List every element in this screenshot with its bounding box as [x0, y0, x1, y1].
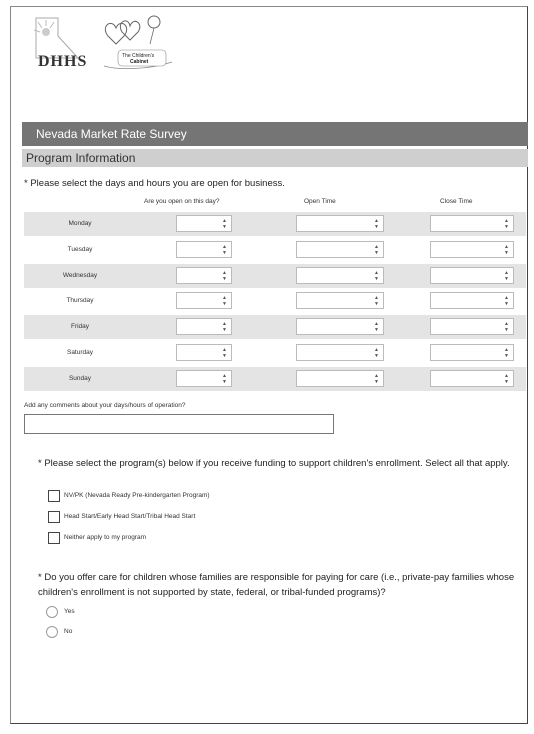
updown-arrow-icon: ▲ ▼	[374, 218, 379, 230]
open-day-select[interactable]: ▲ ▼	[176, 241, 232, 258]
section-bar: Program Information	[22, 149, 528, 167]
updown-arrow-icon: ▲ ▼	[222, 347, 227, 359]
updown-arrow-icon: ▲ ▼	[374, 295, 379, 307]
open-day-select[interactable]: ▲ ▼	[176, 292, 232, 309]
schedule-question: * Please select the days and hours you a…	[24, 178, 285, 189]
day-label: Wednesday	[62, 272, 98, 279]
funding-option-label: Head Start/Early Head Start/Tribal Head …	[64, 513, 196, 520]
comments-label: Add any comments about your days/hours o…	[24, 402, 186, 409]
radio-button[interactable]	[46, 626, 58, 638]
updown-arrow-icon: ▲ ▼	[222, 295, 227, 307]
radio-button[interactable]	[46, 606, 58, 618]
updown-arrow-icon: ▲ ▼	[374, 270, 379, 282]
updown-arrow-icon: ▲ ▼	[504, 218, 509, 230]
close-time-select[interactable]: ▲ ▼	[430, 241, 514, 258]
open-day-select[interactable]: ▲ ▼	[176, 318, 232, 335]
funding-checkbox[interactable]	[48, 490, 60, 502]
open-time-select[interactable]: ▲ ▼	[296, 370, 384, 387]
survey-title: Nevada Market Rate Survey	[36, 127, 187, 141]
survey-frame	[10, 6, 528, 724]
schedule-row-friday: Friday ▲ ▼ ▲ ▼ ▲ ▼	[24, 315, 526, 339]
updown-arrow-icon: ▲ ▼	[222, 321, 227, 333]
open-time-select[interactable]: ▲ ▼	[296, 267, 384, 284]
day-label: Monday	[68, 220, 92, 227]
close-time-select[interactable]: ▲ ▼	[430, 370, 514, 387]
schedule-row-monday: Monday ▲ ▼ ▲ ▼ ▲ ▼	[24, 212, 526, 236]
funding-question: * Please select the program(s) below if …	[38, 458, 510, 469]
close-time-select[interactable]: ▲ ▼	[430, 344, 514, 361]
updown-arrow-icon: ▲ ▼	[374, 373, 379, 385]
close-time-select[interactable]: ▲ ▼	[430, 267, 514, 284]
close-time-select[interactable]: ▲ ▼	[430, 318, 514, 335]
survey-title-bar: Nevada Market Rate Survey	[22, 122, 528, 146]
childrens-cabinet-logo: The Children's Cabinet	[103, 15, 173, 70]
day-label: Thursday	[66, 297, 94, 304]
updown-arrow-icon: ▲ ▼	[374, 244, 379, 256]
col-open-day: Are you open on this day?	[144, 198, 220, 205]
open-day-select[interactable]: ▲ ▼	[176, 370, 232, 387]
radio-label: Yes	[64, 608, 75, 615]
open-time-select[interactable]: ▲ ▼	[296, 241, 384, 258]
col-open-time: Open Time	[304, 198, 336, 205]
updown-arrow-icon: ▲ ▼	[222, 373, 227, 385]
day-label: Saturday	[66, 349, 94, 356]
day-label: Sunday	[68, 375, 92, 382]
open-time-select[interactable]: ▲ ▼	[296, 344, 384, 361]
close-time-select[interactable]: ▲ ▼	[430, 292, 514, 309]
schedule-row-tuesday: Tuesday ▲ ▼ ▲ ▼ ▲ ▼	[24, 238, 526, 262]
svg-text:Cabinet: Cabinet	[130, 59, 149, 65]
close-time-select[interactable]: ▲ ▼	[430, 215, 514, 232]
updown-arrow-icon: ▲ ▼	[222, 244, 227, 256]
open-time-select[interactable]: ▲ ▼	[296, 215, 384, 232]
schedule-row-sunday: Sunday ▲ ▼ ▲ ▼ ▲ ▼	[24, 367, 526, 391]
radio-label: No	[64, 628, 73, 635]
funding-checkbox[interactable]	[48, 532, 60, 544]
private-pay-question: * Do you offer care for children whose f…	[38, 572, 515, 598]
updown-arrow-icon: ▲ ▼	[504, 295, 509, 307]
schedule-row-saturday: Saturday ▲ ▼ ▲ ▼ ▲ ▼	[24, 341, 526, 365]
open-day-select[interactable]: ▲ ▼	[176, 215, 232, 232]
funding-checkbox[interactable]	[48, 511, 60, 523]
updown-arrow-icon: ▲ ▼	[374, 321, 379, 333]
schedule-row-thursday: Thursday ▲ ▼ ▲ ▼ ▲ ▼	[24, 289, 526, 313]
day-label: Friday	[70, 323, 90, 330]
open-time-select[interactable]: ▲ ▼	[296, 292, 384, 309]
logo-area: DHHS The Children's Cabinet	[28, 14, 178, 74]
updown-arrow-icon: ▲ ▼	[504, 244, 509, 256]
updown-arrow-icon: ▲ ▼	[504, 347, 509, 359]
updown-arrow-icon: ▲ ▼	[374, 347, 379, 359]
funding-option-label: NV/PK (Nevada Ready Pre-kindergarten Pro…	[64, 492, 210, 499]
schedule-row-wednesday: Wednesday ▲ ▼ ▲ ▼ ▲ ▼	[24, 264, 526, 288]
funding-option-label: Neither apply to my program	[64, 534, 147, 541]
updown-arrow-icon: ▲ ▼	[222, 218, 227, 230]
day-label: Tuesday	[67, 246, 93, 253]
section-title: Program Information	[26, 151, 136, 165]
updown-arrow-icon: ▲ ▼	[504, 321, 509, 333]
open-time-select[interactable]: ▲ ▼	[296, 318, 384, 335]
comments-input[interactable]	[24, 414, 334, 434]
updown-arrow-icon: ▲ ▼	[504, 270, 509, 282]
updown-arrow-icon: ▲ ▼	[504, 373, 509, 385]
col-close-time: Close Time	[440, 198, 473, 205]
dhhs-logo-text: DHHS	[38, 53, 87, 70]
updown-arrow-icon: ▲ ▼	[222, 270, 227, 282]
open-day-select[interactable]: ▲ ▼	[176, 267, 232, 284]
open-day-select[interactable]: ▲ ▼	[176, 344, 232, 361]
